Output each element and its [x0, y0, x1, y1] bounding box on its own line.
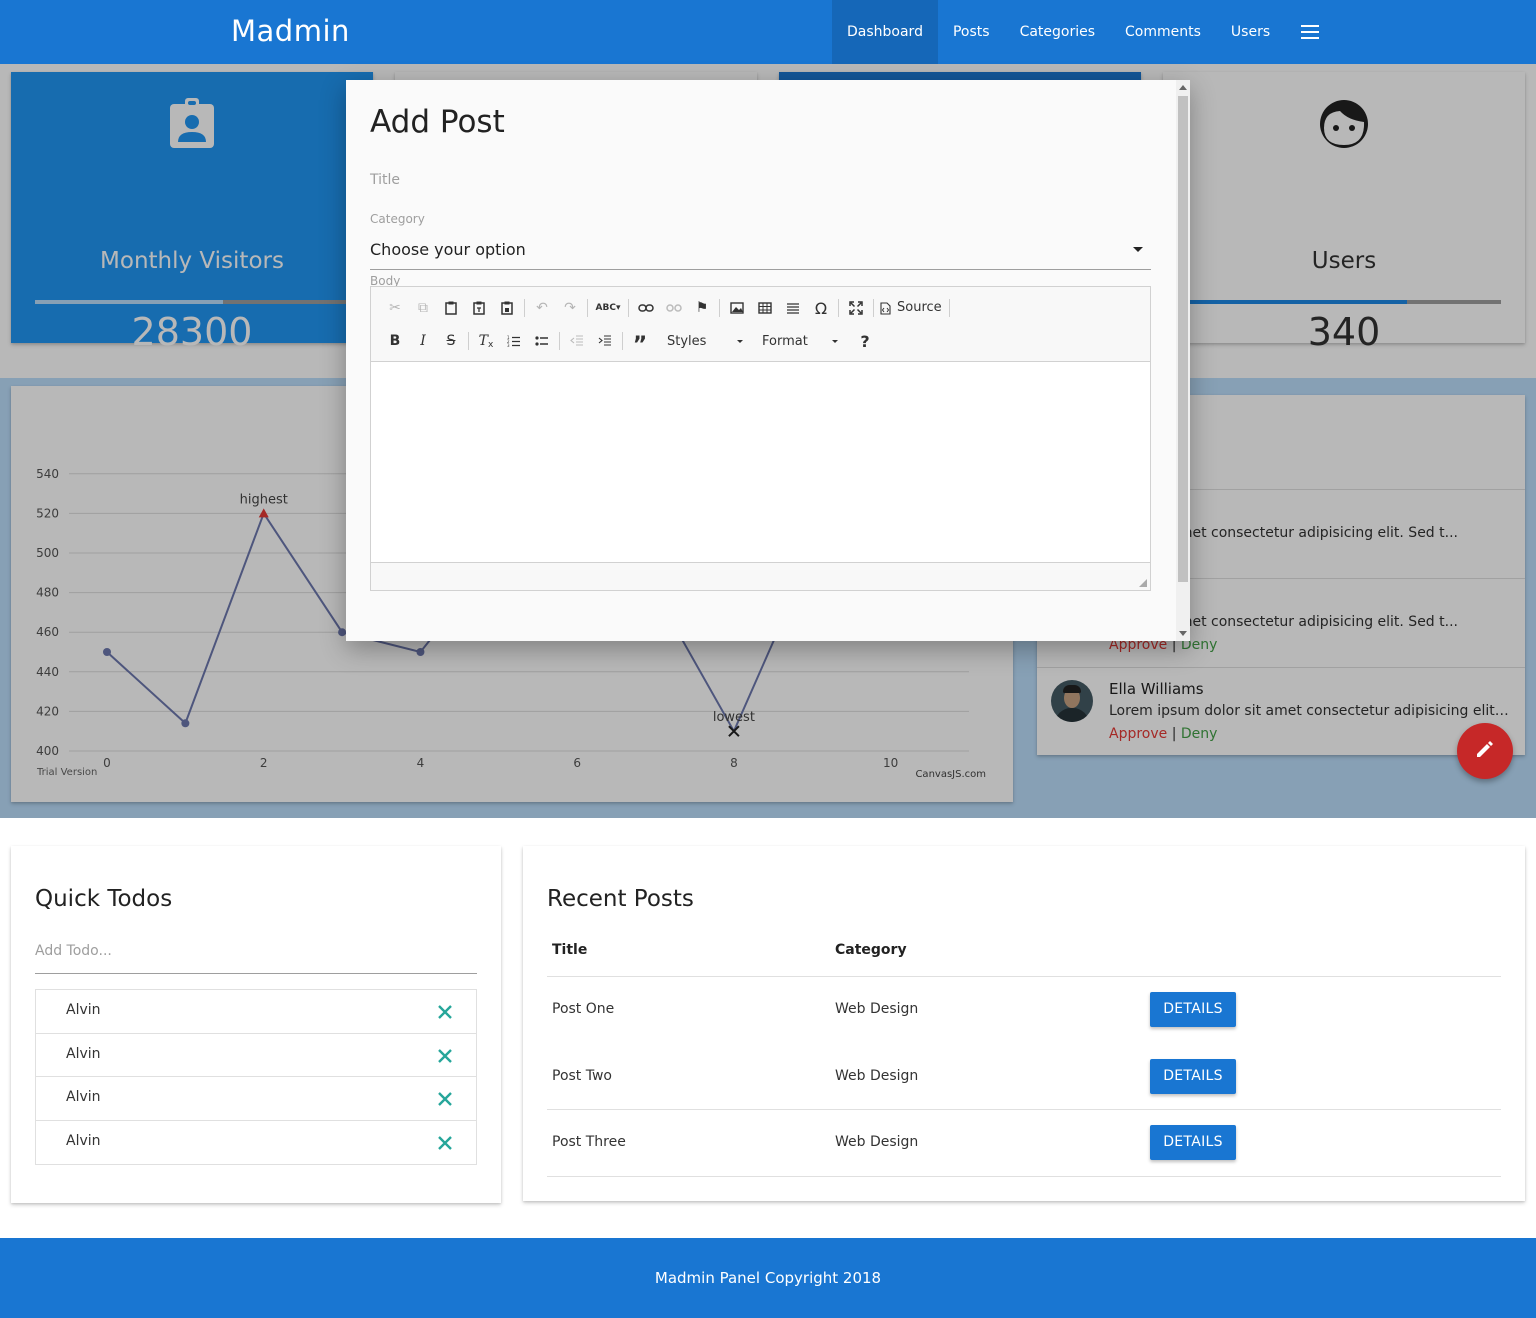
- todo-label: Alvin: [66, 1045, 101, 1062]
- paste-word-icon[interactable]: [493, 295, 521, 321]
- strikethrough-button[interactable]: S: [437, 328, 465, 354]
- table-icon[interactable]: [751, 295, 779, 321]
- scroll-up-icon[interactable]: [1179, 85, 1187, 90]
- horizontal-rule-icon[interactable]: [779, 295, 807, 321]
- help-icon[interactable]: ?: [851, 328, 879, 354]
- format-dropdown[interactable]: Format: [756, 328, 844, 354]
- image-icon[interactable]: [723, 295, 751, 321]
- bulleted-list-icon[interactable]: [528, 328, 556, 354]
- todo-item: Alvin: [36, 990, 476, 1034]
- navbar: Madmin Dashboard Posts Categories Commen…: [0, 0, 1536, 64]
- toolbar-row: B I S Tx 123 ” Styles Format ?: [381, 328, 879, 358]
- anchor-flag-icon[interactable]: ⚑: [688, 295, 716, 321]
- styles-dropdown[interactable]: Styles: [661, 328, 749, 354]
- scroll-thumb[interactable]: [1178, 96, 1188, 582]
- nav-dashboard[interactable]: Dashboard: [832, 0, 938, 64]
- link-icon[interactable]: [632, 295, 660, 321]
- todo-item: Alvin: [36, 1121, 476, 1165]
- numbered-list-icon[interactable]: 123: [500, 328, 528, 354]
- rich-text-editor: ✂ ⧉ ↶ ↷ ABC ▾ ⚑ Ω Source B I S T x 1 2 3…: [370, 286, 1151, 591]
- remove-format-icon[interactable]: Tx: [472, 328, 500, 354]
- add-post-modal: Add Post Title Category Choose your opti…: [346, 80, 1190, 641]
- category-value: Choose your option: [370, 240, 526, 259]
- delete-x-icon[interactable]: [436, 1134, 454, 1152]
- spellcheck-icon[interactable]: ABC ▾: [591, 295, 625, 321]
- brand-logo[interactable]: Madmin: [231, 14, 350, 48]
- copy-icon[interactable]: ⧉: [409, 295, 437, 321]
- nav-posts[interactable]: Posts: [938, 0, 1005, 64]
- table-header: Title Category: [547, 928, 1501, 977]
- maximize-icon[interactable]: [842, 295, 870, 321]
- unlink-icon[interactable]: [660, 295, 688, 321]
- table-row: Post Two Web Design DETAILS: [547, 1044, 1501, 1110]
- todo-item: Alvin: [36, 1034, 476, 1077]
- nav-comments[interactable]: Comments: [1110, 0, 1216, 64]
- todo-label: Alvin: [66, 1132, 101, 1149]
- column-header-title: Title: [552, 942, 588, 958]
- hamburger-icon[interactable]: [1285, 0, 1335, 64]
- table-row: Post One Web Design DETAILS: [547, 977, 1501, 1044]
- modal-title: Add Post: [370, 104, 505, 140]
- todo-label: Alvin: [66, 1002, 101, 1018]
- nav-links: Dashboard Posts Categories Comments User…: [832, 0, 1335, 64]
- title-field[interactable]: Title: [370, 172, 400, 188]
- nav-users[interactable]: Users: [1216, 0, 1285, 64]
- post-category: Web Design: [835, 1001, 919, 1017]
- recent-posts-card: Recent Posts Title Category Post One Web…: [523, 846, 1525, 1201]
- column-header-category: Category: [835, 942, 907, 958]
- modal-scrollbar[interactable]: [1176, 80, 1190, 641]
- pencil-icon: [1475, 739, 1495, 763]
- caret-down-icon: [1133, 247, 1143, 252]
- todo-label: Alvin: [66, 1089, 101, 1105]
- resize-grip-icon[interactable]: [1139, 579, 1147, 587]
- posts-table: Title Category Post One Web Design DETAI…: [547, 928, 1501, 1177]
- delete-x-icon[interactable]: [436, 1003, 454, 1021]
- todo-item: Alvin: [36, 1077, 476, 1121]
- details-button[interactable]: DETAILS: [1150, 1058, 1236, 1094]
- source-button[interactable]: Source: [893, 295, 946, 321]
- svg-text:3: 3: [507, 343, 510, 347]
- todo-list: Alvin Alvin Alvin Alvin: [35, 989, 477, 1165]
- post-title: Post One: [552, 1001, 615, 1017]
- details-button[interactable]: DETAILS: [1150, 992, 1236, 1027]
- scroll-down-icon[interactable]: [1179, 631, 1187, 636]
- category-label: Category: [370, 212, 425, 226]
- footer-copyright: Madmin Panel Copyright 2018: [654, 1269, 882, 1287]
- cut-icon[interactable]: ✂: [381, 295, 409, 321]
- add-post-fab[interactable]: [1457, 723, 1513, 779]
- table-row: Post Three Web Design DETAILS: [547, 1110, 1501, 1177]
- todos-title: Quick Todos: [35, 886, 173, 912]
- post-title: Post Three: [552, 1134, 626, 1150]
- special-char-icon[interactable]: Ω: [807, 295, 835, 321]
- editor-body[interactable]: [371, 362, 1150, 563]
- outdent-icon[interactable]: [563, 328, 591, 354]
- todo-input-field: [35, 940, 477, 974]
- nav-categories[interactable]: Categories: [1005, 0, 1110, 64]
- bold-button[interactable]: B: [381, 328, 409, 354]
- italic-button[interactable]: I: [409, 328, 437, 354]
- post-category: Web Design: [835, 1067, 919, 1084]
- delete-x-icon[interactable]: [436, 1090, 454, 1108]
- redo-icon[interactable]: ↷: [556, 295, 584, 321]
- paste-text-icon[interactable]: [465, 295, 493, 321]
- paste-icon[interactable]: [437, 295, 465, 321]
- post-category: Web Design: [835, 1134, 919, 1150]
- undo-icon[interactable]: ↶: [528, 295, 556, 321]
- details-button[interactable]: DETAILS: [1150, 1125, 1236, 1160]
- footer: Madmin Panel Copyright 2018: [0, 1238, 1536, 1318]
- source-icon[interactable]: [877, 295, 893, 321]
- post-title: Post Two: [552, 1067, 612, 1084]
- category-select[interactable]: Choose your option: [370, 234, 1151, 270]
- blockquote-icon[interactable]: ”: [626, 328, 654, 358]
- editor-toolbar: ✂ ⧉ ↶ ↷ ABC ▾ ⚑ Ω Source B I S T x 1 2 3…: [371, 287, 1150, 362]
- quick-todos-card: Quick Todos Alvin Alvin Alvin Alvin: [11, 846, 501, 1203]
- posts-title: Recent Posts: [547, 886, 694, 912]
- indent-icon[interactable]: [591, 328, 619, 354]
- toolbar-row: ✂ ⧉ ↶ ↷ ABC ▾ ⚑ Ω Source: [381, 295, 953, 321]
- todo-input[interactable]: [35, 941, 477, 959]
- delete-x-icon[interactable]: [436, 1047, 454, 1065]
